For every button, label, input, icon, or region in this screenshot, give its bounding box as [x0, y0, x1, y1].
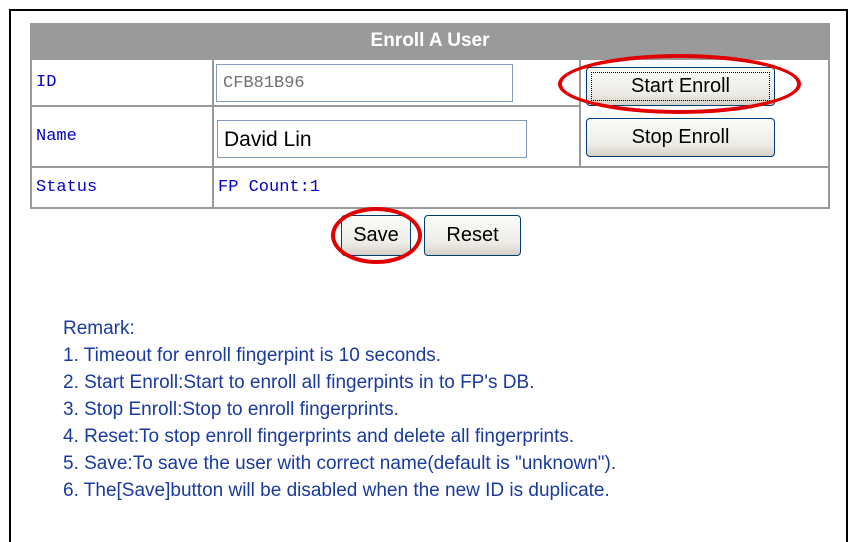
name-label: Name [32, 107, 212, 166]
panel-title: Enroll A User [370, 30, 490, 51]
save-label: Save [353, 224, 399, 246]
reset-label: Reset [446, 224, 499, 246]
remark-item: 4. Reset:To stop enroll fingerprints and… [63, 426, 575, 447]
start-enroll-label: Start Enroll [631, 75, 730, 97]
remarks-heading: Remark: [63, 318, 135, 339]
remark-item: 1. Timeout for enroll fingerpint is 10 s… [63, 345, 442, 366]
save-button[interactable]: Save [341, 215, 411, 256]
status-label: Status [32, 168, 212, 207]
id-label: ID [32, 60, 212, 105]
enroll-buttons-cell: Start Enroll Stop Enroll [581, 60, 828, 166]
id-input-cell: CFB81B96 [214, 60, 579, 105]
reset-button[interactable]: Reset [424, 215, 521, 256]
enroll-user-panel: Enroll A User ID CFB81B96 Start Enroll S… [30, 23, 830, 209]
name-field[interactable]: David Lin [217, 120, 527, 158]
remark-item: 6. The[Save]button will be disabled when… [63, 480, 610, 501]
id-field[interactable]: CFB81B96 [216, 64, 513, 102]
start-enroll-button[interactable]: Start Enroll [586, 67, 775, 106]
stop-enroll-label: Stop Enroll [631, 126, 730, 148]
status-value: FP Count:1 [214, 168, 828, 207]
remark-item: 2. Start Enroll:Start to enroll all fing… [63, 372, 535, 393]
name-input-cell: David Lin [214, 107, 579, 166]
remarks-section: Remark: 1. Timeout for enroll fingerpint… [63, 315, 823, 504]
remark-item: 5. Save:To save the user with correct na… [63, 453, 617, 474]
stop-enroll-button[interactable]: Stop Enroll [586, 118, 775, 157]
remark-item: 3. Stop Enroll:Stop to enroll fingerprin… [63, 399, 399, 420]
